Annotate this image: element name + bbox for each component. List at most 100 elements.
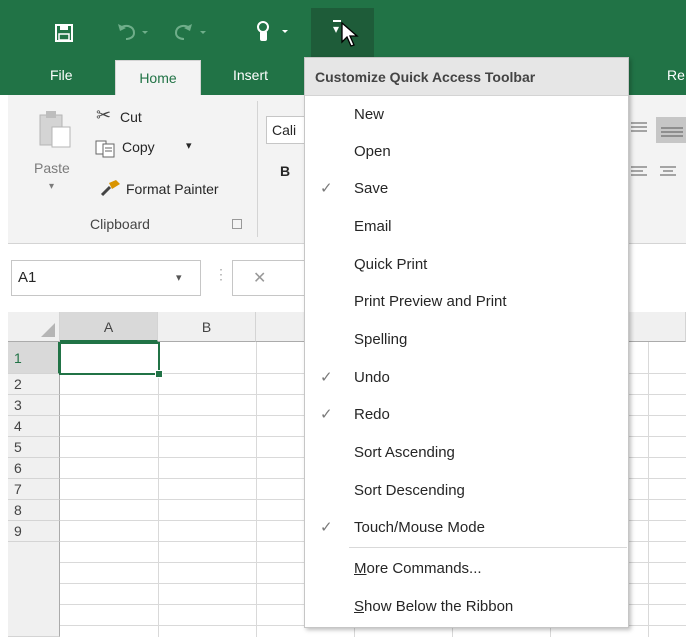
formula-bar-buttons: ✕ [232,260,312,296]
checkmark-icon: ✓ [320,369,333,386]
row-header[interactable]: 5 [8,437,60,458]
menu-item-label: New [354,106,385,123]
name-box[interactable]: A1 ▾ [11,260,201,296]
active-cell-a1[interactable] [59,342,160,375]
menu-item-label: Email [354,218,392,235]
menu-item-email[interactable]: Email [305,208,628,245]
copy-dropdown-icon[interactable]: ▾ [186,139,192,152]
copy-button[interactable]: Copy ▾ [94,137,204,161]
scissors-icon: ✂ [96,105,112,125]
format-painter-button[interactable]: Format Painter [94,177,254,201]
column-header-b-label: B [201,319,212,335]
formula-bar-grip-icon: ⋮ [214,266,228,282]
name-box-value: A1 [18,269,37,286]
row-header-label: 2 [14,376,22,392]
menu-item-label: More Commands... [354,560,482,577]
copy-icon [95,140,115,158]
mouse-pointer-icon [341,22,359,47]
menu-item-sort-descending[interactable]: Sort Descending [305,472,628,509]
bold-button[interactable]: B [280,163,290,179]
copy-label: Copy [122,139,155,155]
fill-handle[interactable] [155,370,163,378]
align-middle-icon[interactable] [656,117,686,143]
menu-item-more-commands[interactable]: More Commands... [305,550,628,587]
font-name-value: Cali [272,122,297,138]
cancel-icon[interactable]: ✕ [253,268,266,288]
format-painter-label: Format Painter [126,181,219,197]
row-header-label: 6 [14,460,22,476]
window-left-edge [0,0,8,637]
save-icon[interactable] [55,24,73,42]
quick-access-toolbar: ▾ [0,0,686,58]
menu-item-open[interactable]: Open [305,133,628,170]
menu-item-quick-print[interactable]: Quick Print [305,246,628,283]
tab-review[interactable]: Re [667,67,685,83]
redo-icon[interactable] [174,22,210,42]
menu-item-redo[interactable]: ✓ Redo [305,396,628,433]
gridline [158,342,159,637]
row-header-label: 4 [14,418,22,434]
clipboard-group-label: Clipboard [90,216,150,232]
row-header[interactable]: 3 [8,395,60,416]
paste-label: Paste [34,160,70,176]
row-header[interactable]: 6 [8,458,60,479]
menu-item-print-preview[interactable]: Print Preview and Print [305,283,628,320]
column-header-b[interactable]: B [158,312,256,342]
column-header-a[interactable]: A [60,312,158,342]
column-header-a-label: A [103,319,114,335]
gridline [648,342,649,637]
menu-item-show-below-ribbon[interactable]: Show Below the Ribbon [305,588,628,625]
paste-dropdown-icon: ▾ [49,181,55,192]
menu-item-undo[interactable]: ✓ Undo [305,359,628,396]
align-left-icon[interactable] [631,165,647,179]
tab-home-label: Home [139,70,177,86]
menu-item-label: Touch/Mouse Mode [354,519,485,536]
menu-item-label: Quick Print [354,256,428,273]
tab-file[interactable]: File [50,67,73,83]
row-header-label: 8 [14,502,22,518]
menu-item-save[interactable]: ✓ Save [305,170,628,207]
row-header[interactable]: 8 [8,500,60,521]
align-top-icon[interactable] [631,121,647,135]
align-center-icon[interactable] [660,165,676,179]
cut-button[interactable]: ✂ Cut [94,105,174,131]
name-box-dropdown-icon[interactable]: ▾ [176,271,182,284]
menu-item-label: Print Preview and Print [354,293,507,310]
row-header[interactable]: 2 [8,374,60,395]
menu-item-label: Open [354,143,391,160]
group-divider [257,101,258,237]
menu-item-label: Redo [354,406,390,423]
row-header-label: 3 [14,397,22,413]
row-header-label: 5 [14,439,22,455]
row-header-label: 1 [14,350,22,366]
row-header[interactable]: 7 [8,479,60,500]
menu-item-sort-ascending[interactable]: Sort Ascending [305,434,628,471]
gridline [256,342,257,637]
customize-qat-menu: Customize Quick Access Toolbar New Open … [304,57,629,628]
menu-title: Customize Quick Access Toolbar [305,58,628,96]
menu-separator [349,547,627,548]
row-header[interactable]: 1 [8,342,60,374]
menu-item-new[interactable]: New [305,96,628,133]
checkmark-icon: ✓ [320,180,333,197]
menu-item-label: Undo [354,369,390,386]
tab-home[interactable]: Home [115,60,201,96]
checkmark-icon: ✓ [320,519,333,536]
paste-button[interactable]: Paste ▾ [34,105,84,205]
menu-item-label: Show Below the Ribbon [354,598,514,615]
tab-insert[interactable]: Insert [233,67,268,83]
customize-qat-icon: ▾ [333,20,341,36]
customize-qat-button[interactable]: ▾ [311,8,374,58]
paintbrush-icon [100,180,120,197]
row-header[interactable]: 9 [8,521,60,542]
select-all-corner[interactable] [8,312,60,342]
paste-icon [39,111,71,148]
touch-mode-icon[interactable] [254,20,294,44]
undo-icon[interactable] [116,22,152,42]
row-header[interactable] [8,542,60,637]
menu-item-touch-mouse-mode[interactable]: ✓ Touch/Mouse Mode [305,509,628,546]
row-header[interactable]: 4 [8,416,60,437]
menu-item-spelling[interactable]: Spelling [305,321,628,358]
clipboard-launcher-icon[interactable] [232,219,242,229]
menu-item-label: Sort Ascending [354,444,455,461]
